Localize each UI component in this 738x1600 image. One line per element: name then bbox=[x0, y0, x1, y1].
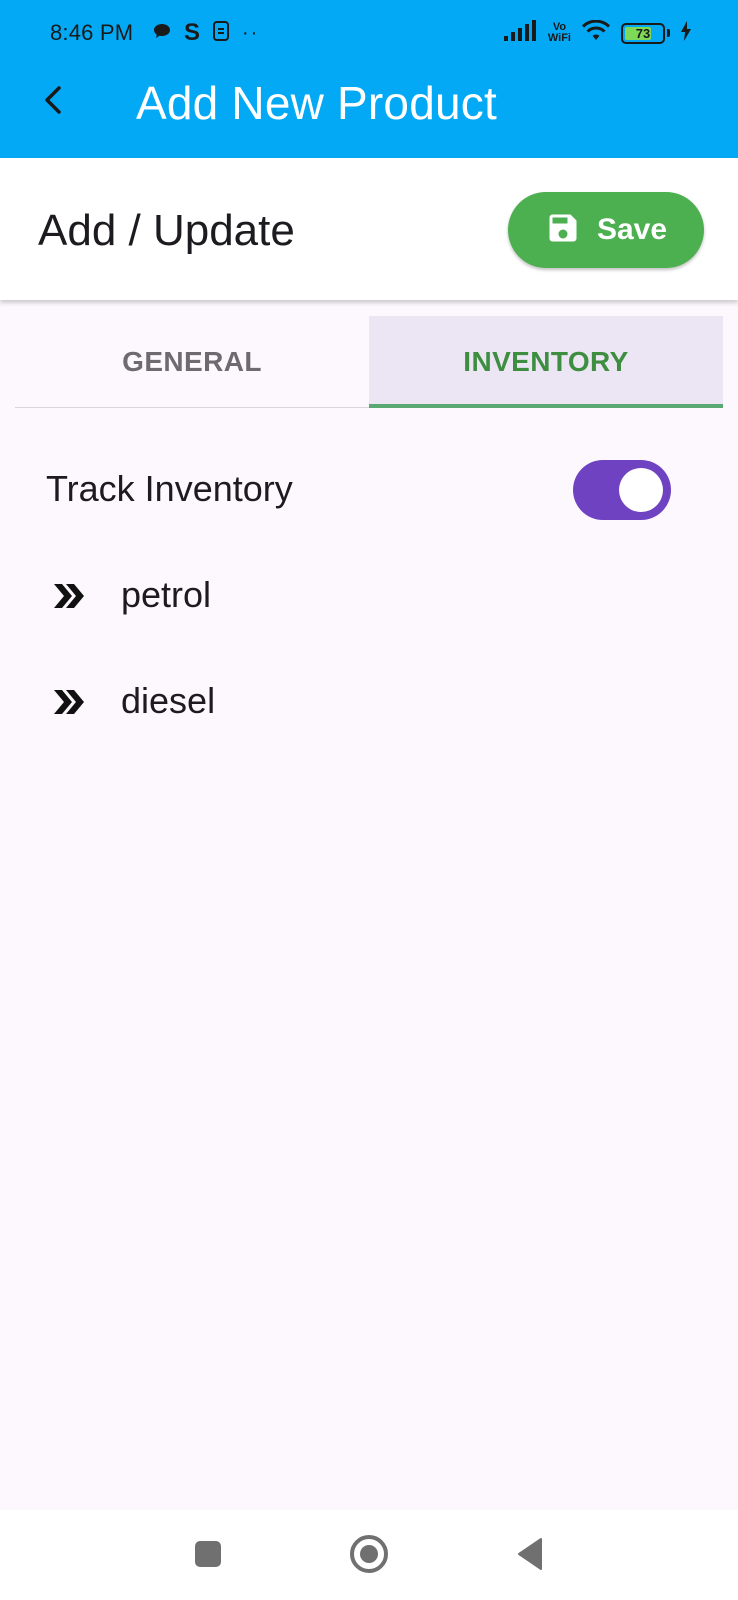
sim-icon bbox=[212, 20, 230, 47]
track-inventory-toggle[interactable] bbox=[573, 460, 671, 520]
list-item-label: diesel bbox=[121, 680, 216, 721]
vowifi-icon: Vo WiFi bbox=[548, 22, 571, 44]
chevron-left-icon bbox=[41, 85, 67, 120]
floppy-disk-icon bbox=[545, 210, 581, 251]
tab-bar: GENERAL INVENTORY bbox=[15, 316, 723, 408]
recents-square-icon bbox=[193, 1539, 223, 1574]
chat-bubble-icon bbox=[152, 21, 172, 46]
home-circle-icon bbox=[349, 1534, 389, 1579]
list-item-label: petrol bbox=[121, 574, 212, 615]
home-button[interactable] bbox=[347, 1534, 391, 1578]
recents-button[interactable] bbox=[186, 1534, 230, 1578]
status-bar: 8:46 PM S ·· Vo WiFi 73 bbox=[0, 0, 738, 68]
save-label: Save bbox=[596, 213, 668, 246]
system-nav-bar bbox=[0, 1510, 738, 1600]
signal-icon bbox=[503, 19, 538, 47]
tab-general[interactable]: GENERAL bbox=[15, 316, 369, 408]
section-header: Add / Update Save bbox=[0, 158, 738, 300]
vowifi-bottom: WiFi bbox=[547, 32, 571, 44]
page-title: Add New Product bbox=[136, 77, 497, 129]
track-inventory-row: Track Inventory bbox=[0, 450, 738, 530]
status-right-icons: Vo WiFi 73 bbox=[503, 18, 692, 48]
back-button[interactable] bbox=[34, 82, 74, 122]
save-button[interactable]: Save bbox=[508, 192, 704, 268]
battery-percent: 73 bbox=[635, 25, 651, 41]
app-bar: 8:46 PM S ·· Vo WiFi 73 Add New Product bbox=[0, 0, 738, 158]
list-item-petrol[interactable]: petrol bbox=[0, 556, 738, 636]
double-chevron-right-icon bbox=[52, 686, 84, 718]
charging-icon bbox=[680, 20, 692, 46]
battery-tip bbox=[667, 29, 670, 37]
battery-icon: 73 bbox=[621, 22, 665, 44]
wifi-icon bbox=[581, 19, 611, 47]
double-chevron-right-icon bbox=[52, 580, 84, 612]
list-item-diesel[interactable]: diesel bbox=[0, 662, 738, 742]
toggle-thumb bbox=[619, 468, 663, 512]
tab-inventory[interactable]: INVENTORY bbox=[369, 316, 723, 408]
tab-indicator bbox=[369, 404, 723, 408]
back-nav-button[interactable] bbox=[508, 1534, 552, 1578]
back-triangle-icon bbox=[515, 1537, 545, 1576]
status-left-icons: S ·· bbox=[152, 18, 259, 48]
status-time: 8:46 PM bbox=[50, 20, 134, 45]
track-inventory-label: Track Inventory bbox=[46, 468, 293, 509]
more-dots-icon: ·· bbox=[242, 22, 260, 44]
s-app-icon: S bbox=[184, 19, 201, 46]
section-title: Add / Update bbox=[38, 206, 295, 255]
